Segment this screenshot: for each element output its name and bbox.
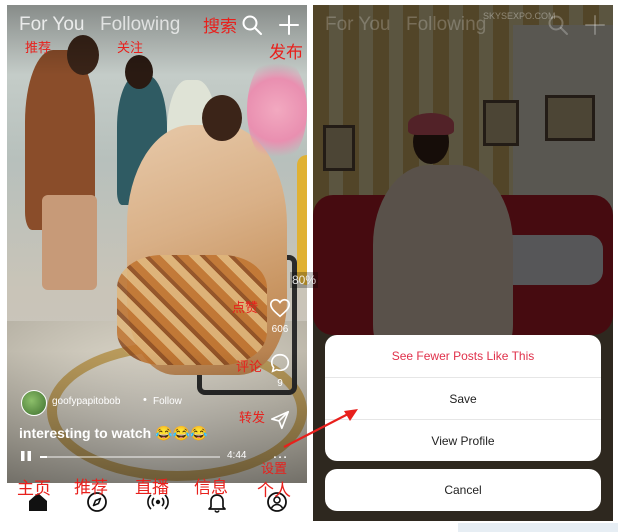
annotation-nav-recommend: 推荐 bbox=[74, 478, 108, 497]
like-count: 606 bbox=[271, 324, 289, 335]
heart-icon[interactable] bbox=[269, 297, 291, 319]
plus-icon[interactable] bbox=[277, 13, 301, 37]
follow-button[interactable]: Follow bbox=[153, 396, 182, 407]
bottom-strip bbox=[458, 523, 618, 532]
tab-following: Following bbox=[406, 14, 487, 35]
tab-for-you[interactable]: For You bbox=[19, 14, 85, 36]
scene-guest-1-legs bbox=[42, 195, 97, 290]
scene-bride-head bbox=[202, 95, 242, 141]
search-icon[interactable] bbox=[240, 13, 264, 37]
watermark: SKYSEXPO.COM bbox=[483, 11, 556, 21]
annotation-recommend-tab: 推荐 bbox=[25, 40, 52, 55]
tab-following[interactable]: Following bbox=[100, 14, 180, 36]
scene-hand-fan bbox=[297, 155, 307, 285]
pause-icon[interactable] bbox=[19, 449, 33, 463]
see-fewer-posts-button[interactable]: See Fewer Posts Like This bbox=[325, 335, 601, 377]
annotation-nav-messages: 信息 bbox=[194, 478, 228, 497]
plus-icon bbox=[585, 15, 605, 35]
view-profile-button[interactable]: View Profile bbox=[325, 419, 601, 461]
more-options-button[interactable]: … bbox=[272, 445, 289, 463]
separator-dot: • bbox=[143, 394, 147, 406]
tab-for-you: For You bbox=[325, 14, 391, 35]
save-button[interactable]: Save bbox=[325, 377, 601, 420]
cancel-button[interactable]: Cancel bbox=[325, 469, 601, 511]
comment-icon[interactable] bbox=[269, 352, 291, 374]
zoom-indicator: 80% bbox=[290, 272, 319, 288]
right-screen: For You Following SKYSEXPO.COM See Fewer… bbox=[313, 5, 613, 521]
search-icon bbox=[548, 15, 568, 35]
annotation-nav-home: 主页 bbox=[17, 479, 51, 498]
annotation-like: 点赞 bbox=[232, 300, 259, 315]
left-screen: For You Following 推荐 关注 搜索 发布 点赞 评论 转发 设… bbox=[7, 5, 307, 521]
share-icon[interactable] bbox=[269, 409, 291, 431]
annotation-search: 搜索 bbox=[203, 17, 237, 36]
video-progress-bar[interactable] bbox=[40, 456, 220, 458]
annotation-comment: 评论 bbox=[236, 359, 263, 374]
action-sheet: See Fewer Posts Like This Save View Prof… bbox=[325, 335, 601, 461]
annotation-nav-profile: 个人 bbox=[257, 481, 291, 500]
annotation-share: 转发 bbox=[239, 410, 266, 425]
comment-count: 9 bbox=[277, 378, 283, 389]
annotation-settings: 设置 bbox=[261, 461, 288, 476]
author-username[interactable]: goofypapitobob bbox=[52, 396, 120, 407]
avatar[interactable] bbox=[21, 390, 47, 416]
annotation-follow-tab: 关注 bbox=[117, 40, 144, 55]
video-progress-fill bbox=[40, 456, 48, 458]
video-time: 4:44 bbox=[227, 450, 247, 461]
post-caption: interesting to watch 😂😂😂 bbox=[19, 425, 208, 441]
annotation-nav-live: 直播 bbox=[135, 478, 169, 497]
annotation-publish: 发布 bbox=[269, 43, 303, 62]
